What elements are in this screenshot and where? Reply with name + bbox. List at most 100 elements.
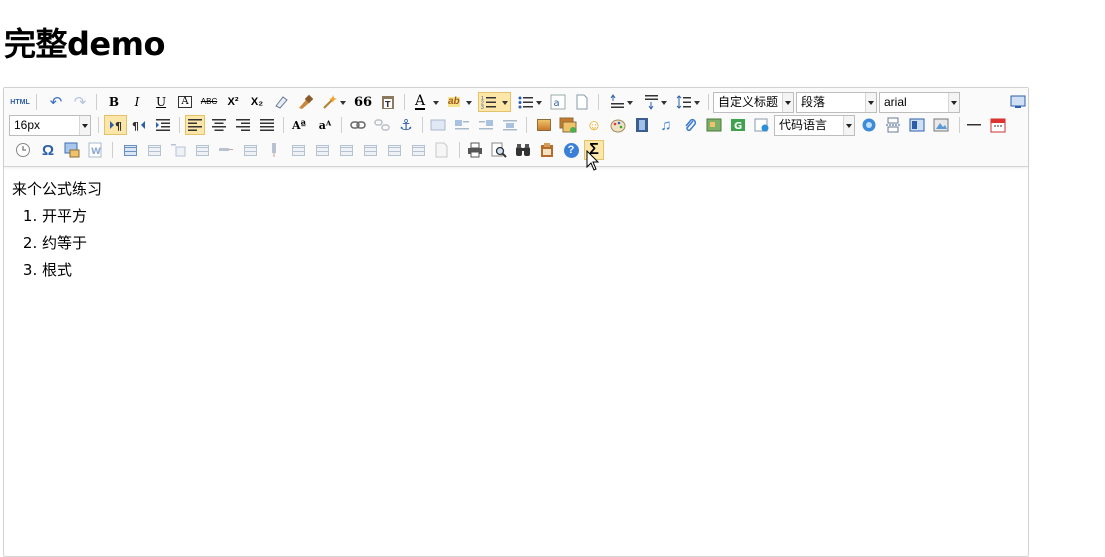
imagecenter-icon[interactable] (500, 115, 520, 135)
mouse-cursor-icon (586, 150, 600, 171)
forecolor-button[interactable]: A (412, 92, 442, 112)
scrawl-icon[interactable] (608, 115, 628, 135)
subscript-button[interactable]: X₂ (247, 92, 267, 112)
underline-button[interactable]: U (151, 92, 171, 112)
justifyleft-icon[interactable] (185, 115, 205, 135)
svg-text:¶: ¶ (132, 120, 139, 132)
italic-button[interactable]: I (127, 92, 147, 112)
background-icon[interactable] (931, 115, 951, 135)
deletecol-icon[interactable] (264, 140, 284, 160)
backcolor-button[interactable]: ab (445, 92, 475, 112)
list-item: 开平方 (42, 203, 102, 230)
editor-content[interactable]: 来个公式练习 开平方 约等于 根式 (12, 176, 102, 284)
time-icon[interactable] (13, 140, 33, 160)
bold-button[interactable]: B (104, 92, 124, 112)
pagebreak-icon[interactable] (883, 115, 903, 135)
insertunorderedlist-button[interactable] (515, 92, 545, 112)
blockquote-button[interactable]: 66 (353, 92, 373, 112)
anchor-icon[interactable]: ⚓ (396, 115, 416, 135)
justifyjustify-icon[interactable] (257, 115, 277, 135)
superscript-button[interactable]: X² (223, 92, 243, 112)
inserttable-icon[interactable] (120, 140, 140, 160)
directionalityrtl-icon[interactable]: ¶ (129, 115, 149, 135)
splittocols-icon[interactable] (408, 140, 428, 160)
fullscreen-icon[interactable] (1008, 92, 1028, 112)
customstyle-select[interactable]: 自定义标题 (713, 92, 794, 113)
splittocells-icon[interactable] (360, 140, 380, 160)
multi-image-icon[interactable] (558, 115, 578, 135)
intro-paragraph: 来个公式练习 (12, 180, 103, 198)
fontsize-select[interactable]: 16px (9, 115, 91, 136)
wordimage-icon[interactable]: W (86, 140, 106, 160)
indent-icon[interactable] (153, 115, 173, 135)
emotion-icon[interactable]: ☺ (584, 115, 604, 135)
imageleft-icon[interactable] (452, 115, 472, 135)
format-painter-icon[interactable] (295, 92, 315, 112)
svg-text:W: W (91, 147, 101, 157)
insertframe-icon[interactable] (752, 115, 772, 135)
html-source-button[interactable]: HTML (10, 92, 30, 112)
insertcol-icon[interactable] (240, 140, 260, 160)
directionalityltr-icon[interactable]: ¶ (104, 115, 127, 135)
svg-text:G: G (734, 121, 742, 132)
template-icon[interactable] (907, 115, 927, 135)
justifyright-icon[interactable] (233, 115, 253, 135)
strikethrough-button[interactable]: ABC (199, 92, 219, 112)
svg-text:¶: ¶ (115, 120, 122, 132)
horizontal-rule-icon[interactable] (964, 115, 984, 135)
attachment-icon[interactable] (680, 115, 700, 135)
insertorderedlist-button[interactable]: 123 (478, 92, 511, 112)
snapscreen-icon[interactable] (62, 140, 82, 160)
deleterow-icon[interactable] (216, 140, 236, 160)
justifycenter-icon[interactable] (209, 115, 229, 135)
paragraph-select[interactable]: 段落 (796, 92, 877, 113)
imageright-icon[interactable] (476, 115, 496, 135)
splittorows-icon[interactable] (384, 140, 404, 160)
insertimage-icon[interactable] (534, 115, 554, 135)
date-icon[interactable] (988, 115, 1008, 135)
lineheight-button[interactable] (673, 92, 703, 112)
editor-toolbar: HTML ↶ ↷ B I U A ABC X² X₂ 66 T A ab 123… (4, 88, 1028, 167)
list-item: 根式 (42, 257, 102, 284)
help-button[interactable]: ? (561, 140, 581, 160)
imagenone-icon[interactable] (428, 115, 448, 135)
cleardoc-icon[interactable] (572, 92, 592, 112)
rich-text-editor: HTML ↶ ↷ B I U A ABC X² X₂ 66 T A ab 123… (3, 87, 1029, 557)
undo-icon[interactable]: ↶ (46, 92, 66, 112)
music-icon[interactable]: ♫ (656, 115, 676, 135)
mergecells-icon[interactable] (288, 140, 308, 160)
page-title: 完整demo (4, 25, 165, 63)
rowspacingtop-button[interactable] (606, 92, 636, 112)
autotypeset-icon[interactable] (319, 92, 349, 112)
mergedown-icon[interactable] (336, 140, 356, 160)
deletetable-icon[interactable] (144, 140, 164, 160)
map-icon[interactable] (704, 115, 724, 135)
searchreplace-icon[interactable] (513, 140, 533, 160)
mergeright-icon[interactable] (312, 140, 332, 160)
eraser-icon[interactable] (271, 92, 291, 112)
drafts-icon[interactable] (537, 140, 557, 160)
insertvideo-icon[interactable] (632, 115, 652, 135)
svg-text:T: T (385, 100, 391, 109)
redo-icon[interactable]: ↷ (70, 92, 90, 112)
preview-icon[interactable] (489, 140, 509, 160)
webapp-icon[interactable] (859, 115, 879, 135)
ordered-list: 开平方 约等于 根式 (12, 203, 102, 284)
gmap-icon[interactable]: G (728, 115, 748, 135)
link-icon[interactable] (348, 115, 368, 135)
fontfamily-select[interactable]: arial (879, 92, 960, 113)
unlink-icon[interactable] (372, 115, 392, 135)
svg-text:3: 3 (481, 105, 484, 109)
insertparagraphbeforetable-icon[interactable] (168, 140, 188, 160)
spechars-button[interactable]: Ω (38, 140, 58, 160)
rowspacingbottom-button[interactable] (640, 92, 670, 112)
pasteplain-icon[interactable]: T (378, 92, 398, 112)
fontborder-button[interactable]: A (175, 92, 195, 112)
insertrow-icon[interactable] (192, 140, 212, 160)
tolowercase-icon[interactable]: aᴬ (315, 115, 335, 135)
print-icon[interactable] (465, 140, 485, 160)
selectall-icon[interactable]: a (548, 92, 568, 112)
code-language-select[interactable]: 代码语言 (774, 115, 855, 136)
touppercase-icon[interactable]: Aª (289, 115, 309, 135)
charts-icon[interactable] (432, 140, 452, 160)
